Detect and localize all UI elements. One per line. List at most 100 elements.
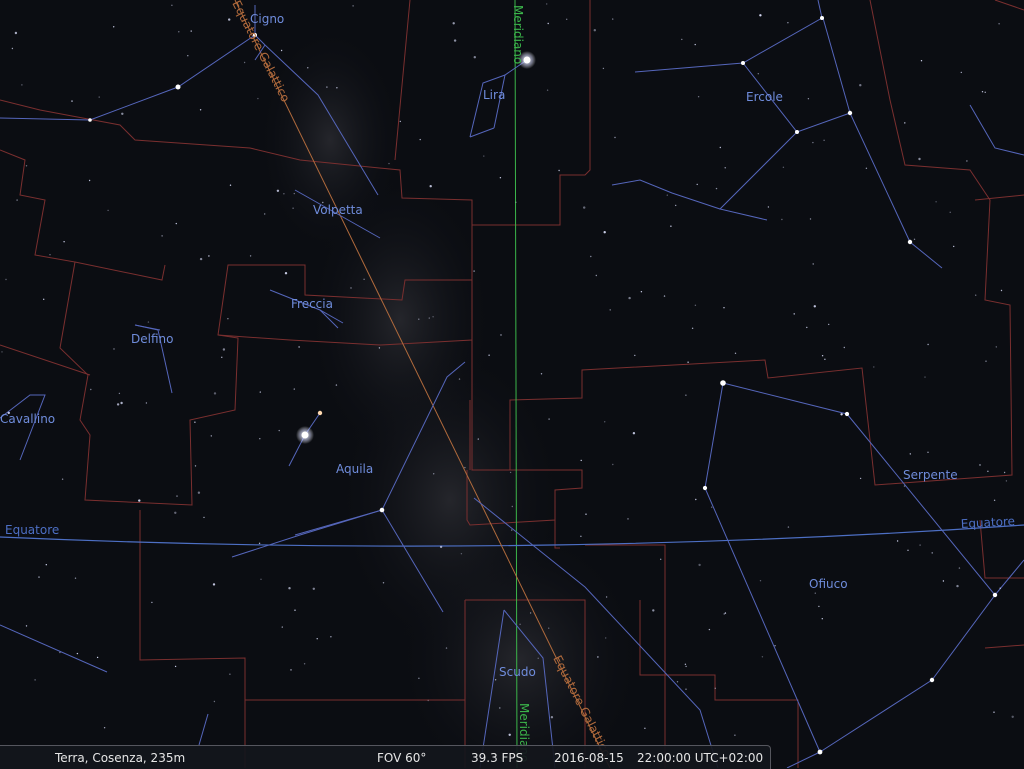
star xyxy=(228,18,231,21)
star xyxy=(213,700,216,703)
star xyxy=(14,31,18,35)
label-lira: Lira xyxy=(483,88,505,102)
star xyxy=(171,4,173,7)
star xyxy=(293,388,295,390)
star xyxy=(515,201,517,203)
star xyxy=(537,657,539,659)
star xyxy=(258,542,261,544)
star xyxy=(199,109,202,111)
star xyxy=(708,628,711,631)
star xyxy=(873,366,875,368)
star xyxy=(865,167,868,169)
star xyxy=(477,438,479,440)
label-serpente: Serpente xyxy=(903,468,958,482)
star xyxy=(993,711,995,713)
star xyxy=(685,394,687,396)
star xyxy=(190,30,192,32)
star xyxy=(694,43,696,46)
star xyxy=(609,309,611,311)
star xyxy=(813,305,816,308)
star xyxy=(719,146,721,149)
star xyxy=(759,14,762,17)
star xyxy=(121,112,124,116)
star xyxy=(927,451,929,453)
star xyxy=(652,609,655,612)
star xyxy=(1003,471,1006,474)
star xyxy=(227,318,229,320)
star xyxy=(1,351,3,353)
star xyxy=(298,346,300,348)
star xyxy=(293,192,295,195)
star xyxy=(1005,480,1008,482)
star xyxy=(918,157,921,161)
star xyxy=(243,61,246,64)
star xyxy=(175,222,177,225)
star xyxy=(208,255,210,257)
star xyxy=(280,49,283,52)
star xyxy=(640,291,643,293)
star xyxy=(859,477,862,480)
star xyxy=(666,194,668,196)
star xyxy=(724,167,726,169)
star xyxy=(212,583,216,586)
star xyxy=(113,26,115,28)
star xyxy=(670,225,672,227)
star xyxy=(221,356,223,358)
star xyxy=(508,733,511,736)
star xyxy=(903,485,906,487)
star xyxy=(734,734,736,736)
star xyxy=(984,91,986,94)
star xyxy=(257,97,259,100)
star xyxy=(597,656,599,658)
star xyxy=(993,499,996,501)
star xyxy=(691,327,694,329)
star xyxy=(806,326,808,329)
star xyxy=(793,313,795,315)
star xyxy=(259,391,261,393)
star xyxy=(98,96,100,98)
label-volpetta: Volpetta xyxy=(313,203,363,217)
star xyxy=(90,388,92,391)
star xyxy=(16,199,18,201)
star xyxy=(761,656,764,658)
star xyxy=(935,201,937,203)
star xyxy=(676,681,679,683)
star xyxy=(723,307,725,309)
star xyxy=(904,122,906,124)
star xyxy=(88,179,91,182)
star xyxy=(222,348,226,351)
star xyxy=(259,438,261,440)
star xyxy=(644,727,646,729)
star xyxy=(499,177,502,179)
star xyxy=(821,355,824,357)
star xyxy=(445,647,448,649)
location-text: Terra, Cosenza, 235m xyxy=(55,751,186,765)
star xyxy=(684,663,687,665)
star xyxy=(660,558,662,560)
star xyxy=(995,346,997,348)
star xyxy=(511,505,513,508)
star xyxy=(814,592,816,594)
star xyxy=(464,466,466,469)
star xyxy=(975,294,977,296)
star xyxy=(824,358,826,360)
star xyxy=(151,601,153,604)
star xyxy=(278,429,280,432)
star xyxy=(614,136,616,139)
star xyxy=(260,578,262,580)
label-freccia: Freccia xyxy=(291,297,333,311)
star xyxy=(399,120,401,123)
star xyxy=(187,55,189,57)
star xyxy=(585,513,587,515)
star xyxy=(229,673,231,675)
time-text: 22:00:00 UTC+02:00 xyxy=(637,751,764,765)
star xyxy=(59,651,61,654)
label-delfino: Delfino xyxy=(131,332,173,346)
star xyxy=(460,553,463,555)
fov-text: FOV 60° xyxy=(377,751,427,765)
star xyxy=(439,545,443,549)
star xyxy=(197,491,201,494)
star xyxy=(685,665,687,668)
sky-view[interactable]: Cigno Lira Ercole Volpetta Freccia Delfi… xyxy=(0,0,1024,768)
star xyxy=(483,155,485,157)
